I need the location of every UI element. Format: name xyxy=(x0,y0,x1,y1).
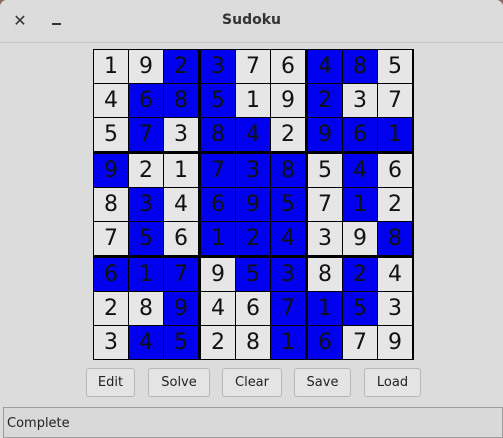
sudoku-cell[interactable]: 3 xyxy=(271,258,305,291)
sudoku-cell[interactable]: 4 xyxy=(308,50,342,83)
sudoku-cell[interactable]: 1 xyxy=(271,326,305,359)
sudoku-cell[interactable]: 6 xyxy=(164,222,198,255)
button-row: Edit Solve Clear Save Load xyxy=(0,368,503,398)
sudoku-cell[interactable]: 8 xyxy=(94,188,128,221)
sudoku-cell[interactable]: 1 xyxy=(308,292,342,325)
solve-button[interactable]: Solve xyxy=(148,368,210,397)
sudoku-cell[interactable]: 5 xyxy=(271,188,305,221)
sudoku-cell[interactable]: 1 xyxy=(236,84,270,117)
sudoku-cell[interactable]: 1 xyxy=(378,118,412,151)
sudoku-cell[interactable]: 4 xyxy=(164,188,198,221)
save-button[interactable]: Save xyxy=(294,368,351,397)
sudoku-cell[interactable]: 7 xyxy=(129,118,163,151)
sudoku-cell[interactable]: 6 xyxy=(94,258,128,291)
sudoku-cell[interactable]: 3 xyxy=(129,188,163,221)
sudoku-cell[interactable]: 9 xyxy=(129,50,163,83)
sudoku-cell[interactable]: 8 xyxy=(271,154,305,187)
sudoku-cell[interactable]: 9 xyxy=(308,118,342,151)
sudoku-cell[interactable]: 7 xyxy=(271,292,305,325)
sudoku-cell[interactable]: 3 xyxy=(378,292,412,325)
clear-button[interactable]: Clear xyxy=(222,368,282,397)
sudoku-cell[interactable]: 8 xyxy=(129,292,163,325)
sudoku-cell[interactable]: 3 xyxy=(236,154,270,187)
sudoku-cell[interactable]: 4 xyxy=(378,258,412,291)
sudoku-cell[interactable]: 2 xyxy=(378,188,412,221)
sudoku-cell[interactable]: 1 xyxy=(201,222,235,255)
sudoku-cell[interactable]: 7 xyxy=(308,188,342,221)
sudoku-cell[interactable]: 5 xyxy=(94,118,128,151)
sudoku-cell[interactable]: 2 xyxy=(201,326,235,359)
sudoku-cell[interactable]: 6 xyxy=(308,326,342,359)
sudoku-cell[interactable]: 7 xyxy=(236,50,270,83)
sudoku-cell[interactable]: 9 xyxy=(378,326,412,359)
sudoku-cell[interactable]: 9 xyxy=(343,222,377,255)
sudoku-cell[interactable]: 5 xyxy=(308,154,342,187)
sudoku-cell[interactable]: 4 xyxy=(201,292,235,325)
sudoku-cell[interactable]: 2 xyxy=(129,154,163,187)
sudoku-cell[interactable]: 7 xyxy=(201,154,235,187)
sudoku-cell[interactable]: 9 xyxy=(271,84,305,117)
sudoku-cell[interactable]: 1 xyxy=(164,154,198,187)
sudoku-cell[interactable]: 5 xyxy=(378,50,412,83)
sudoku-cell[interactable]: 1 xyxy=(343,188,377,221)
sudoku-board: 1923764854685192375738429619217385468346… xyxy=(93,49,414,360)
load-button[interactable]: Load xyxy=(364,368,421,397)
title-bar: ✕ Sudoku xyxy=(0,0,503,43)
sudoku-cell[interactable]: 5 xyxy=(236,258,270,291)
sudoku-cell[interactable]: 2 xyxy=(308,84,342,117)
sudoku-cell[interactable]: 7 xyxy=(343,326,377,359)
sudoku-cell[interactable]: 3 xyxy=(201,50,235,83)
sudoku-cell[interactable]: 5 xyxy=(201,84,235,117)
sudoku-cell[interactable]: 6 xyxy=(129,84,163,117)
sudoku-cell[interactable]: 5 xyxy=(129,222,163,255)
sudoku-cell[interactable]: 7 xyxy=(164,258,198,291)
sudoku-cell[interactable]: 4 xyxy=(129,326,163,359)
sudoku-cell[interactable]: 5 xyxy=(343,292,377,325)
sudoku-cell[interactable]: 4 xyxy=(94,84,128,117)
status-bar: Complete xyxy=(3,407,503,438)
sudoku-cell[interactable]: 3 xyxy=(94,326,128,359)
edit-button[interactable]: Edit xyxy=(86,368,135,397)
sudoku-cell[interactable]: 7 xyxy=(94,222,128,255)
sudoku-cell[interactable]: 4 xyxy=(236,118,270,151)
sudoku-cell[interactable]: 1 xyxy=(94,50,128,83)
sudoku-cell[interactable]: 6 xyxy=(271,50,305,83)
sudoku-cell[interactable]: 9 xyxy=(164,292,198,325)
sudoku-cell[interactable]: 8 xyxy=(164,84,198,117)
sudoku-window: ✕ Sudoku 1923764854685192375738429619217… xyxy=(0,0,503,438)
sudoku-cell[interactable]: 2 xyxy=(271,118,305,151)
sudoku-cell[interactable]: 5 xyxy=(164,326,198,359)
sudoku-cell[interactable]: 4 xyxy=(271,222,305,255)
sudoku-cell[interactable]: 3 xyxy=(308,222,342,255)
sudoku-cell[interactable]: 9 xyxy=(94,154,128,187)
sudoku-cell[interactable]: 6 xyxy=(378,154,412,187)
sudoku-cell[interactable]: 1 xyxy=(129,258,163,291)
sudoku-cell[interactable]: 9 xyxy=(201,258,235,291)
sudoku-cell[interactable]: 3 xyxy=(164,118,198,151)
sudoku-cell[interactable]: 2 xyxy=(343,258,377,291)
sudoku-cell[interactable]: 6 xyxy=(343,118,377,151)
sudoku-cell[interactable]: 8 xyxy=(343,50,377,83)
sudoku-cell[interactable]: 4 xyxy=(343,154,377,187)
window-title: Sudoku xyxy=(222,12,281,28)
sudoku-cell[interactable]: 8 xyxy=(308,258,342,291)
sudoku-cell[interactable]: 7 xyxy=(378,84,412,117)
sudoku-cell[interactable]: 9 xyxy=(236,188,270,221)
status-text: Complete xyxy=(7,416,70,431)
sudoku-cell[interactable]: 2 xyxy=(236,222,270,255)
sudoku-cell[interactable]: 3 xyxy=(343,84,377,117)
sudoku-cell[interactable]: 2 xyxy=(94,292,128,325)
sudoku-cell[interactable]: 6 xyxy=(236,292,270,325)
sudoku-cell[interactable]: 2 xyxy=(164,50,198,83)
sudoku-cell[interactable]: 8 xyxy=(201,118,235,151)
sudoku-cell[interactable]: 6 xyxy=(201,188,235,221)
sudoku-cell[interactable]: 8 xyxy=(378,222,412,255)
sudoku-cell[interactable]: 8 xyxy=(236,326,270,359)
